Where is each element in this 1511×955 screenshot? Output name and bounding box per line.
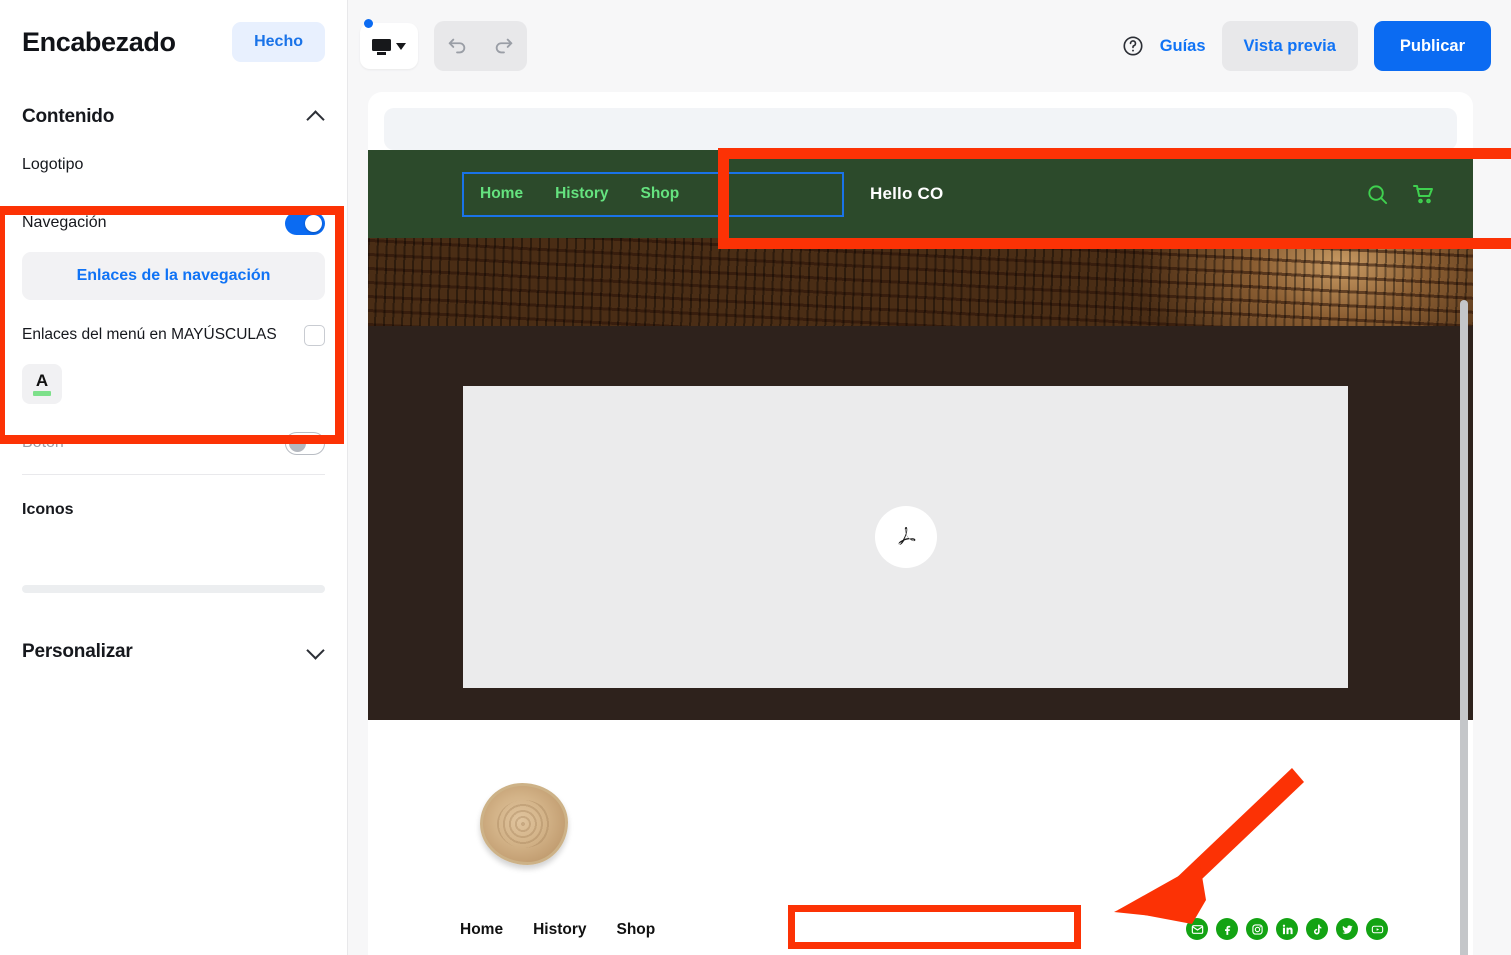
uppercase-links-label: Enlaces del menú en MAYÚSCULAS xyxy=(22,326,277,343)
nav-links-button[interactable]: Enlaces de la navegación xyxy=(22,252,325,300)
footer-logo xyxy=(480,783,568,865)
site-header[interactable]: Home History Shop Hello CO xyxy=(368,150,1473,238)
page-title: Encabezado xyxy=(22,26,176,57)
settings-sidebar: Encabezado Hecho Contenido Logotipo Nave… xyxy=(0,0,348,955)
footer-nav-links[interactable]: Home History Shop xyxy=(422,917,698,943)
email-icon[interactable] xyxy=(1186,918,1208,940)
content-placeholder[interactable] xyxy=(463,386,1348,688)
font-swatch-row: A xyxy=(0,364,347,404)
sidebar-item-boton[interactable]: Botón xyxy=(0,420,347,466)
announcement-bar-placeholder[interactable] xyxy=(384,108,1457,150)
site-brand-title: Hello CO xyxy=(870,184,944,203)
app-root: Encabezado Hecho Contenido Logotipo Nave… xyxy=(0,0,1511,955)
search-icon[interactable] xyxy=(1366,183,1389,206)
sidebar-divider xyxy=(22,474,325,475)
main-area: Guías Vista previa Publicar Home History… xyxy=(348,0,1511,955)
boton-toggle[interactable] xyxy=(285,431,325,455)
cart-icon[interactable] xyxy=(1411,182,1435,206)
navigation-settings-panel: Navegación Enlaces de la navegación Enla… xyxy=(0,200,347,404)
sidebar-item-iconos[interactable]: Iconos xyxy=(0,487,347,533)
twitter-icon[interactable] xyxy=(1336,918,1358,940)
site-preview-canvas: Home History Shop Hello CO Home History … xyxy=(368,92,1473,955)
toolbar-right-actions: Guías Vista previa Publicar xyxy=(1122,21,1491,71)
preview-button[interactable]: Vista previa xyxy=(1221,21,1358,71)
linkedin-icon[interactable] xyxy=(1276,918,1298,940)
toggle-knob xyxy=(288,434,306,452)
header-icon-group xyxy=(1366,182,1435,206)
chevron-down-icon xyxy=(396,42,406,50)
footer-social-icons xyxy=(1186,918,1388,940)
text-color-swatch-button[interactable]: A xyxy=(22,364,62,404)
undo-button[interactable] xyxy=(440,29,474,63)
swatch-letter: A xyxy=(35,371,49,390)
publish-button[interactable]: Publicar xyxy=(1373,21,1491,71)
tiktok-icon[interactable] xyxy=(1306,918,1328,940)
toggle-knob xyxy=(305,214,322,232)
navegacion-label: Navegación xyxy=(22,214,107,231)
footer-nav-link-home[interactable]: Home xyxy=(460,921,503,939)
sidebar-skeleton-bar xyxy=(22,585,325,593)
desktop-icon xyxy=(372,38,391,55)
chevron-up-icon[interactable] xyxy=(307,108,325,126)
youtube-icon[interactable] xyxy=(1366,918,1388,940)
section-contenido-header[interactable]: Contenido xyxy=(0,106,347,128)
facebook-icon[interactable] xyxy=(1216,918,1238,940)
header-nav-link-home[interactable]: Home xyxy=(480,185,523,203)
sidebar-item-navegacion[interactable]: Navegación xyxy=(0,200,347,246)
uppercase-links-row[interactable]: Enlaces del menú en MAYÚSCULAS xyxy=(0,308,347,362)
header-nav-link-history[interactable]: History xyxy=(555,185,608,203)
sidebar-header: Encabezado Hecho xyxy=(0,0,347,62)
header-nav-link-shop[interactable]: Shop xyxy=(640,185,679,203)
help-icon[interactable] xyxy=(1122,35,1144,57)
navegacion-toggle[interactable] xyxy=(285,211,325,235)
boton-label: Botón xyxy=(22,434,64,451)
device-selector[interactable] xyxy=(360,19,418,69)
footer-nav-link-history[interactable]: History xyxy=(533,921,586,939)
logotipo-label: Logotipo xyxy=(22,156,84,173)
swatch-color-bar xyxy=(33,391,51,396)
hero-wood-banner xyxy=(368,238,1473,326)
footer-nav-link-shop[interactable]: Shop xyxy=(616,921,655,939)
guides-link[interactable]: Guías xyxy=(1160,37,1206,56)
section-personalizar-title: Personalizar xyxy=(22,641,133,662)
body-dark-section xyxy=(368,326,1473,720)
unsaved-changes-dot xyxy=(364,19,373,28)
section-personalizar-header[interactable]: Personalizar xyxy=(0,641,347,663)
footer-area: Home History Shop xyxy=(368,720,1473,955)
redo-button[interactable] xyxy=(487,29,521,63)
editor-toolbar: Guías Vista previa Publicar xyxy=(348,0,1511,92)
done-button[interactable]: Hecho xyxy=(232,22,325,62)
preview-scrollbar[interactable] xyxy=(1460,300,1468,955)
undo-redo-group xyxy=(434,21,527,71)
section-contenido-title: Contenido xyxy=(22,106,115,127)
instagram-icon[interactable] xyxy=(1246,918,1268,940)
header-nav-selection[interactable]: Home History Shop xyxy=(462,171,844,217)
uppercase-links-checkbox[interactable] xyxy=(304,324,325,346)
sidebar-item-logotipo[interactable]: Logotipo xyxy=(0,142,347,188)
iconos-label: Iconos xyxy=(22,501,74,518)
pdf-icon xyxy=(874,506,937,568)
chevron-down-icon[interactable] xyxy=(307,643,325,661)
